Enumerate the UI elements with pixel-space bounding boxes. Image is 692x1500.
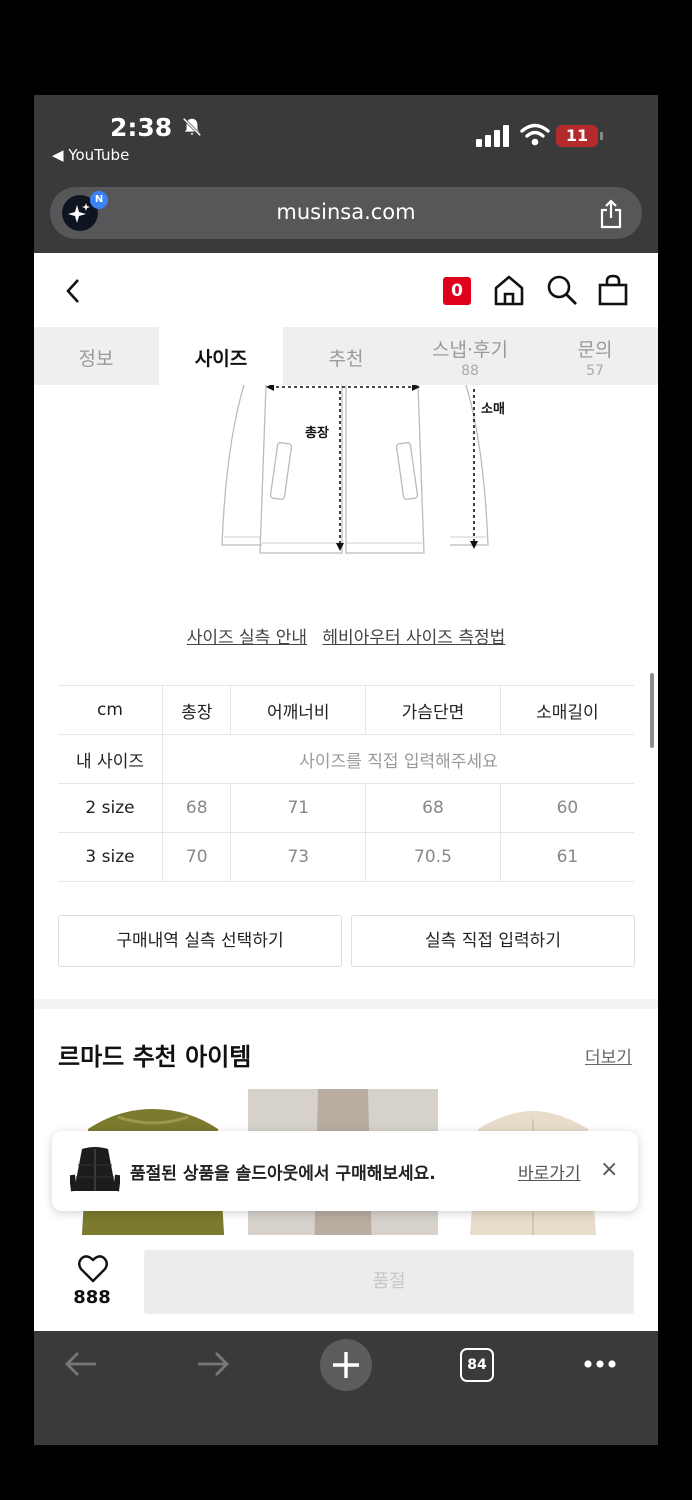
tab-recommend[interactable]: 추천 <box>284 327 408 385</box>
address-bar[interactable]: N musinsa.com <box>50 187 642 239</box>
row-label: 3 size <box>58 832 163 882</box>
header-cell: 총장 <box>161 685 231 735</box>
outer-measure-link[interactable]: 헤비아우터 사이즈 측정법 <box>322 628 505 648</box>
table-cell: 70.5 <box>365 832 501 882</box>
header-cell: 어깨너비 <box>230 685 366 735</box>
size-guide-link[interactable]: 사이즈 실측 안내 <box>187 628 307 648</box>
recommend-title: 르마드 추천 아이템 <box>58 1043 252 1071</box>
search-icon[interactable] <box>545 273 579 307</box>
tab-reviews-count: 88 <box>461 363 479 379</box>
plus-icon <box>333 1352 359 1378</box>
header-cell: 가슴단면 <box>365 685 501 735</box>
product-tabs: 정보 사이즈 추천 스냅·후기 88 문의 57 <box>34 327 658 385</box>
unit-cell: cm <box>58 685 163 735</box>
purchase-bar: 888 품절 <box>34 1235 658 1331</box>
like-count: 888 <box>73 1287 111 1308</box>
scrollbar[interactable] <box>650 673 654 748</box>
forward-arrow-icon[interactable] <box>196 1349 230 1379</box>
back-arrow-icon[interactable] <box>64 277 82 305</box>
shopping-bag-icon[interactable] <box>597 273 629 307</box>
size-guide-links: 사이즈 실측 안내 헤비아우터 사이즈 측정법 <box>34 623 658 648</box>
size-table: cm 총장 어깨너비 가슴단면 소매길이 내 사이즈 사이즈를 직접 입력해주세… <box>58 685 634 882</box>
browser-toolbar: 84 <box>34 1331 658 1445</box>
table-cell: 68 <box>161 783 231 833</box>
web-page: 0 정보 사이즈 추천 스냅·후기 88 문의 57 총장 소매 사이즈 실측 … <box>34 253 658 1331</box>
tab-info[interactable]: 정보 <box>34 327 158 385</box>
row-label: 2 size <box>58 783 163 833</box>
url-text[interactable]: musinsa.com <box>50 200 642 224</box>
purchase-history-size-button[interactable]: 구매내역 실측 선택하기 <box>58 915 342 967</box>
close-icon[interactable]: × <box>600 1157 618 1182</box>
tab-size[interactable]: 사이즈 <box>159 327 283 385</box>
section-divider <box>34 999 658 1009</box>
phone-screen: 2:38 ◀ YouTube 11 N musinsa.com 0 정보 사이즈… <box>34 95 658 1445</box>
status-bar: 2:38 ◀ YouTube 11 <box>34 95 658 185</box>
toast-message: 품절된 상품을 솔드아웃에서 구매해보세요. <box>130 1164 436 1184</box>
bell-muted-icon <box>182 117 202 137</box>
table-cell: 73 <box>230 832 366 882</box>
table-cell: 60 <box>499 783 634 833</box>
tab-reviews[interactable]: 스냅·후기 88 <box>408 327 532 385</box>
site-header: 0 <box>34 253 658 327</box>
buy-button[interactable]: 품절 <box>144 1250 634 1314</box>
header-cell: 소매길이 <box>499 685 634 735</box>
soldout-toast: 품절된 상품을 솔드아웃에서 구매해보세요. 바로가기 × <box>52 1131 638 1211</box>
jacket-measurement-diagram: 총장 소매길이 <box>221 385 504 554</box>
back-arrow-icon[interactable] <box>64 1349 98 1379</box>
table-row: 3 size 70 73 70.5 61 <box>58 832 634 882</box>
battery-tip <box>600 132 603 140</box>
toast-go-link[interactable]: 바로가기 <box>518 1159 581 1184</box>
padded-jacket-thumbnail <box>70 1147 120 1192</box>
back-to-app-link[interactable]: ◀ YouTube <box>52 146 129 164</box>
direct-input-size-button[interactable]: 실측 직접 입력하기 <box>351 915 635 967</box>
my-size-label: 내 사이즈 <box>58 734 163 784</box>
table-row: 2 size 68 71 68 60 <box>58 783 634 833</box>
table-header-row: cm 총장 어깨너비 가슴단면 소매길이 <box>58 685 634 735</box>
length-label: 총장 <box>305 425 329 441</box>
home-icon[interactable] <box>492 273 526 307</box>
sleeve-label: 소매길이 <box>481 401 504 417</box>
tab-count-button[interactable]: 84 <box>460 1348 494 1382</box>
table-cell: 70 <box>161 832 231 882</box>
signal-icon <box>476 125 509 147</box>
table-cell: 68 <box>365 783 501 833</box>
wifi-icon <box>520 123 550 146</box>
battery-indicator: 11 <box>556 125 598 147</box>
new-tab-button[interactable] <box>320 1339 372 1391</box>
share-icon[interactable] <box>598 199 624 229</box>
more-options-icon[interactable] <box>583 1359 617 1369</box>
more-link[interactable]: 더보기 <box>585 1043 632 1068</box>
table-cell: 61 <box>499 832 634 882</box>
my-size-row: 내 사이즈 사이즈를 직접 입력해주세요 <box>58 734 634 784</box>
heart-icon[interactable] <box>78 1255 108 1283</box>
tab-qna[interactable]: 문의 57 <box>533 327 657 385</box>
table-cell: 71 <box>230 783 366 833</box>
status-time: 2:38 <box>110 113 203 142</box>
tab-qna-count: 57 <box>586 363 604 379</box>
my-size-input[interactable]: 사이즈를 직접 입력해주세요 <box>162 734 634 784</box>
cart-count-badge[interactable]: 0 <box>443 277 471 305</box>
